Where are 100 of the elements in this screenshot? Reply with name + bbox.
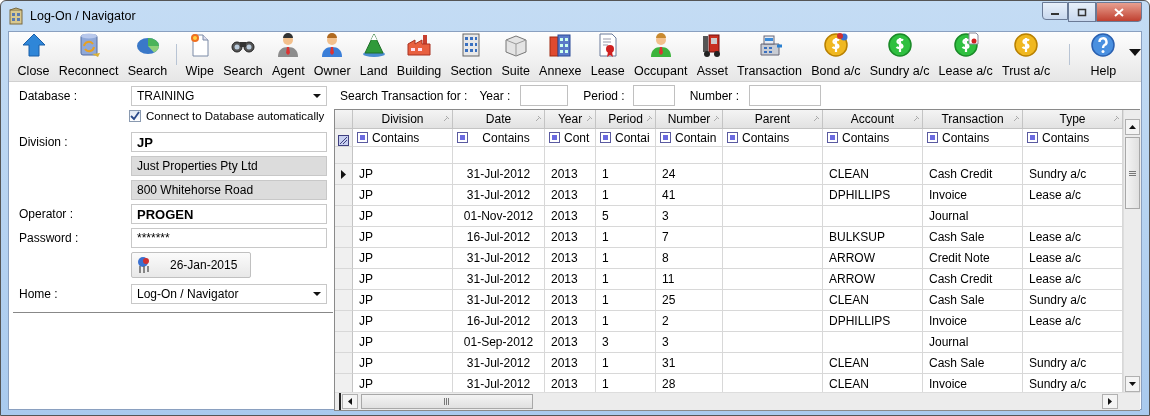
dropdown-arrow-icon[interactable]: [1128, 48, 1141, 57]
filter-icon[interactable]: [927, 132, 938, 143]
column-header[interactable]: Period: [596, 110, 656, 129]
close-button[interactable]: [1096, 2, 1142, 22]
pin-icon[interactable]: [1113, 115, 1119, 122]
table-cell: JP: [353, 248, 453, 269]
filter-icon[interactable]: [549, 132, 560, 143]
table-cell: 1: [596, 185, 656, 206]
filter-icon[interactable]: [1027, 132, 1038, 143]
minimize-button[interactable]: [1042, 2, 1068, 20]
operator-field[interactable]: PROGEN: [131, 204, 327, 224]
table-cell: 31: [656, 353, 723, 374]
filter-cell[interactable]: Contai: [596, 129, 656, 147]
filter-icon[interactable]: [457, 132, 468, 143]
pin-icon[interactable]: [443, 115, 449, 122]
scroll-up-button[interactable]: [1125, 119, 1140, 135]
dropdown-arrow-icon[interactable]: [313, 93, 321, 99]
filter-icon[interactable]: [600, 132, 611, 143]
filter-cell[interactable]: Contains: [723, 129, 823, 147]
toolbar-button[interactable]: Agent: [267, 32, 310, 81]
table-cell: 2013: [545, 332, 596, 353]
toolbar-button[interactable]: Owner: [309, 32, 356, 81]
password-field[interactable]: *******: [131, 228, 327, 248]
pin-icon[interactable]: [535, 115, 541, 122]
column-header[interactable]: Transaction: [923, 110, 1023, 129]
maximize-icon: [1077, 7, 1087, 17]
scroll-down-button[interactable]: [1125, 376, 1140, 392]
pin-icon[interactable]: [913, 115, 919, 122]
toolbar-button[interactable]: Land: [355, 32, 393, 81]
filter-cell[interactable]: Contains: [823, 129, 923, 147]
table-cell: 3: [596, 332, 656, 353]
factory-icon: [406, 32, 433, 58]
table-cell: 1: [596, 290, 656, 311]
toolbar-button[interactable]: Asset: [692, 32, 733, 81]
table-cell: 1: [596, 164, 656, 185]
scroll-left-button[interactable]: [342, 394, 358, 409]
database-dropdown[interactable]: TRAINING: [131, 86, 327, 106]
scrollbar-thumb[interactable]: [1125, 137, 1140, 209]
search-field[interactable]: [632, 85, 675, 106]
toolbar-button[interactable]: Lease: [586, 32, 630, 81]
filter-cell[interactable]: Contain: [656, 129, 723, 147]
pin-icon[interactable]: [586, 115, 592, 122]
filter-icon[interactable]: [357, 132, 368, 143]
toolbar-button[interactable]: Section: [445, 32, 497, 81]
filter-icon[interactable]: [827, 132, 838, 143]
table-cell: JP: [353, 269, 453, 290]
filter-cell[interactable]: Contains: [353, 129, 453, 147]
toolbar-button[interactable]: Close: [13, 32, 55, 81]
filter-cell[interactable]: Contains: [923, 129, 1023, 147]
filter-cell[interactable]: Contains: [1023, 129, 1123, 147]
home-dropdown[interactable]: Log-On / Navigator: [131, 284, 327, 304]
column-header[interactable]: Number: [656, 110, 723, 129]
filter-icon[interactable]: [660, 132, 671, 143]
toolbar-button[interactable]: Search: [123, 32, 172, 81]
toolbar-button[interactable]: Annexe: [534, 32, 587, 81]
scrollbar-thumb[interactable]: [361, 394, 533, 409]
checkbox[interactable]: [129, 110, 141, 122]
company-name-field[interactable]: Just Properties Pty Ltd: [131, 156, 327, 176]
column-header[interactable]: Year: [545, 110, 596, 129]
row-header[interactable]: [335, 164, 353, 185]
column-header[interactable]: Account: [823, 110, 923, 129]
filter-icon[interactable]: [727, 132, 738, 143]
table-cell: 31-Jul-2012: [453, 164, 545, 185]
search-field[interactable]: [749, 85, 822, 106]
maximize-button[interactable]: [1068, 2, 1096, 22]
toolbar-button[interactable]: Help: [1085, 32, 1121, 81]
pin-icon[interactable]: [1013, 115, 1019, 122]
table-cell: Cash Sale: [923, 290, 1023, 311]
toolbar-button[interactable]: Reconnect: [54, 32, 124, 81]
address-field[interactable]: 800 Whitehorse Road: [131, 180, 327, 200]
toolbar-button[interactable]: Sundry a/c: [865, 32, 934, 81]
column-header[interactable]: Date: [453, 110, 545, 129]
column-header[interactable]: Type: [1023, 110, 1123, 129]
date-button[interactable]: 26-Jan-2015: [131, 252, 251, 278]
table-cell: [596, 147, 656, 164]
table-cell: 01-Nov-2012: [453, 206, 545, 227]
search-field[interactable]: [520, 85, 569, 106]
toolbar-button[interactable]: Building: [392, 32, 446, 81]
table-cell: JP: [353, 185, 453, 206]
column-header[interactable]: Division: [353, 110, 453, 129]
toolbar-button[interactable]: Occupant: [629, 32, 693, 81]
pin-icon[interactable]: [646, 115, 652, 122]
pin-icon[interactable]: [713, 115, 719, 122]
toolbar-button[interactable]: Lease a/c: [934, 32, 998, 81]
column-header[interactable]: Parent: [723, 110, 823, 129]
toolbar-button[interactable]: Suite: [496, 32, 535, 81]
checkbox-label[interactable]: Connect to Database automatically: [146, 110, 325, 122]
scroll-right-button[interactable]: [1102, 394, 1118, 409]
toolbar-button[interactable]: Bond a/c: [806, 32, 866, 81]
table-cell: [545, 147, 596, 164]
toolbar-button[interactable]: Transaction: [732, 32, 807, 81]
dropdown-arrow-icon[interactable]: [313, 291, 321, 297]
toolbar-button[interactable]: Wipe: [180, 32, 219, 81]
filter-edit-icon[interactable]: [338, 135, 349, 146]
filter-cell[interactable]: Contains: [453, 129, 545, 147]
pin-icon[interactable]: [813, 115, 819, 122]
filter-cell[interactable]: Cont: [545, 129, 596, 147]
division-field[interactable]: JP: [131, 132, 327, 152]
toolbar-button[interactable]: Trust a/c: [997, 32, 1055, 81]
toolbar-button[interactable]: Search: [218, 32, 268, 81]
